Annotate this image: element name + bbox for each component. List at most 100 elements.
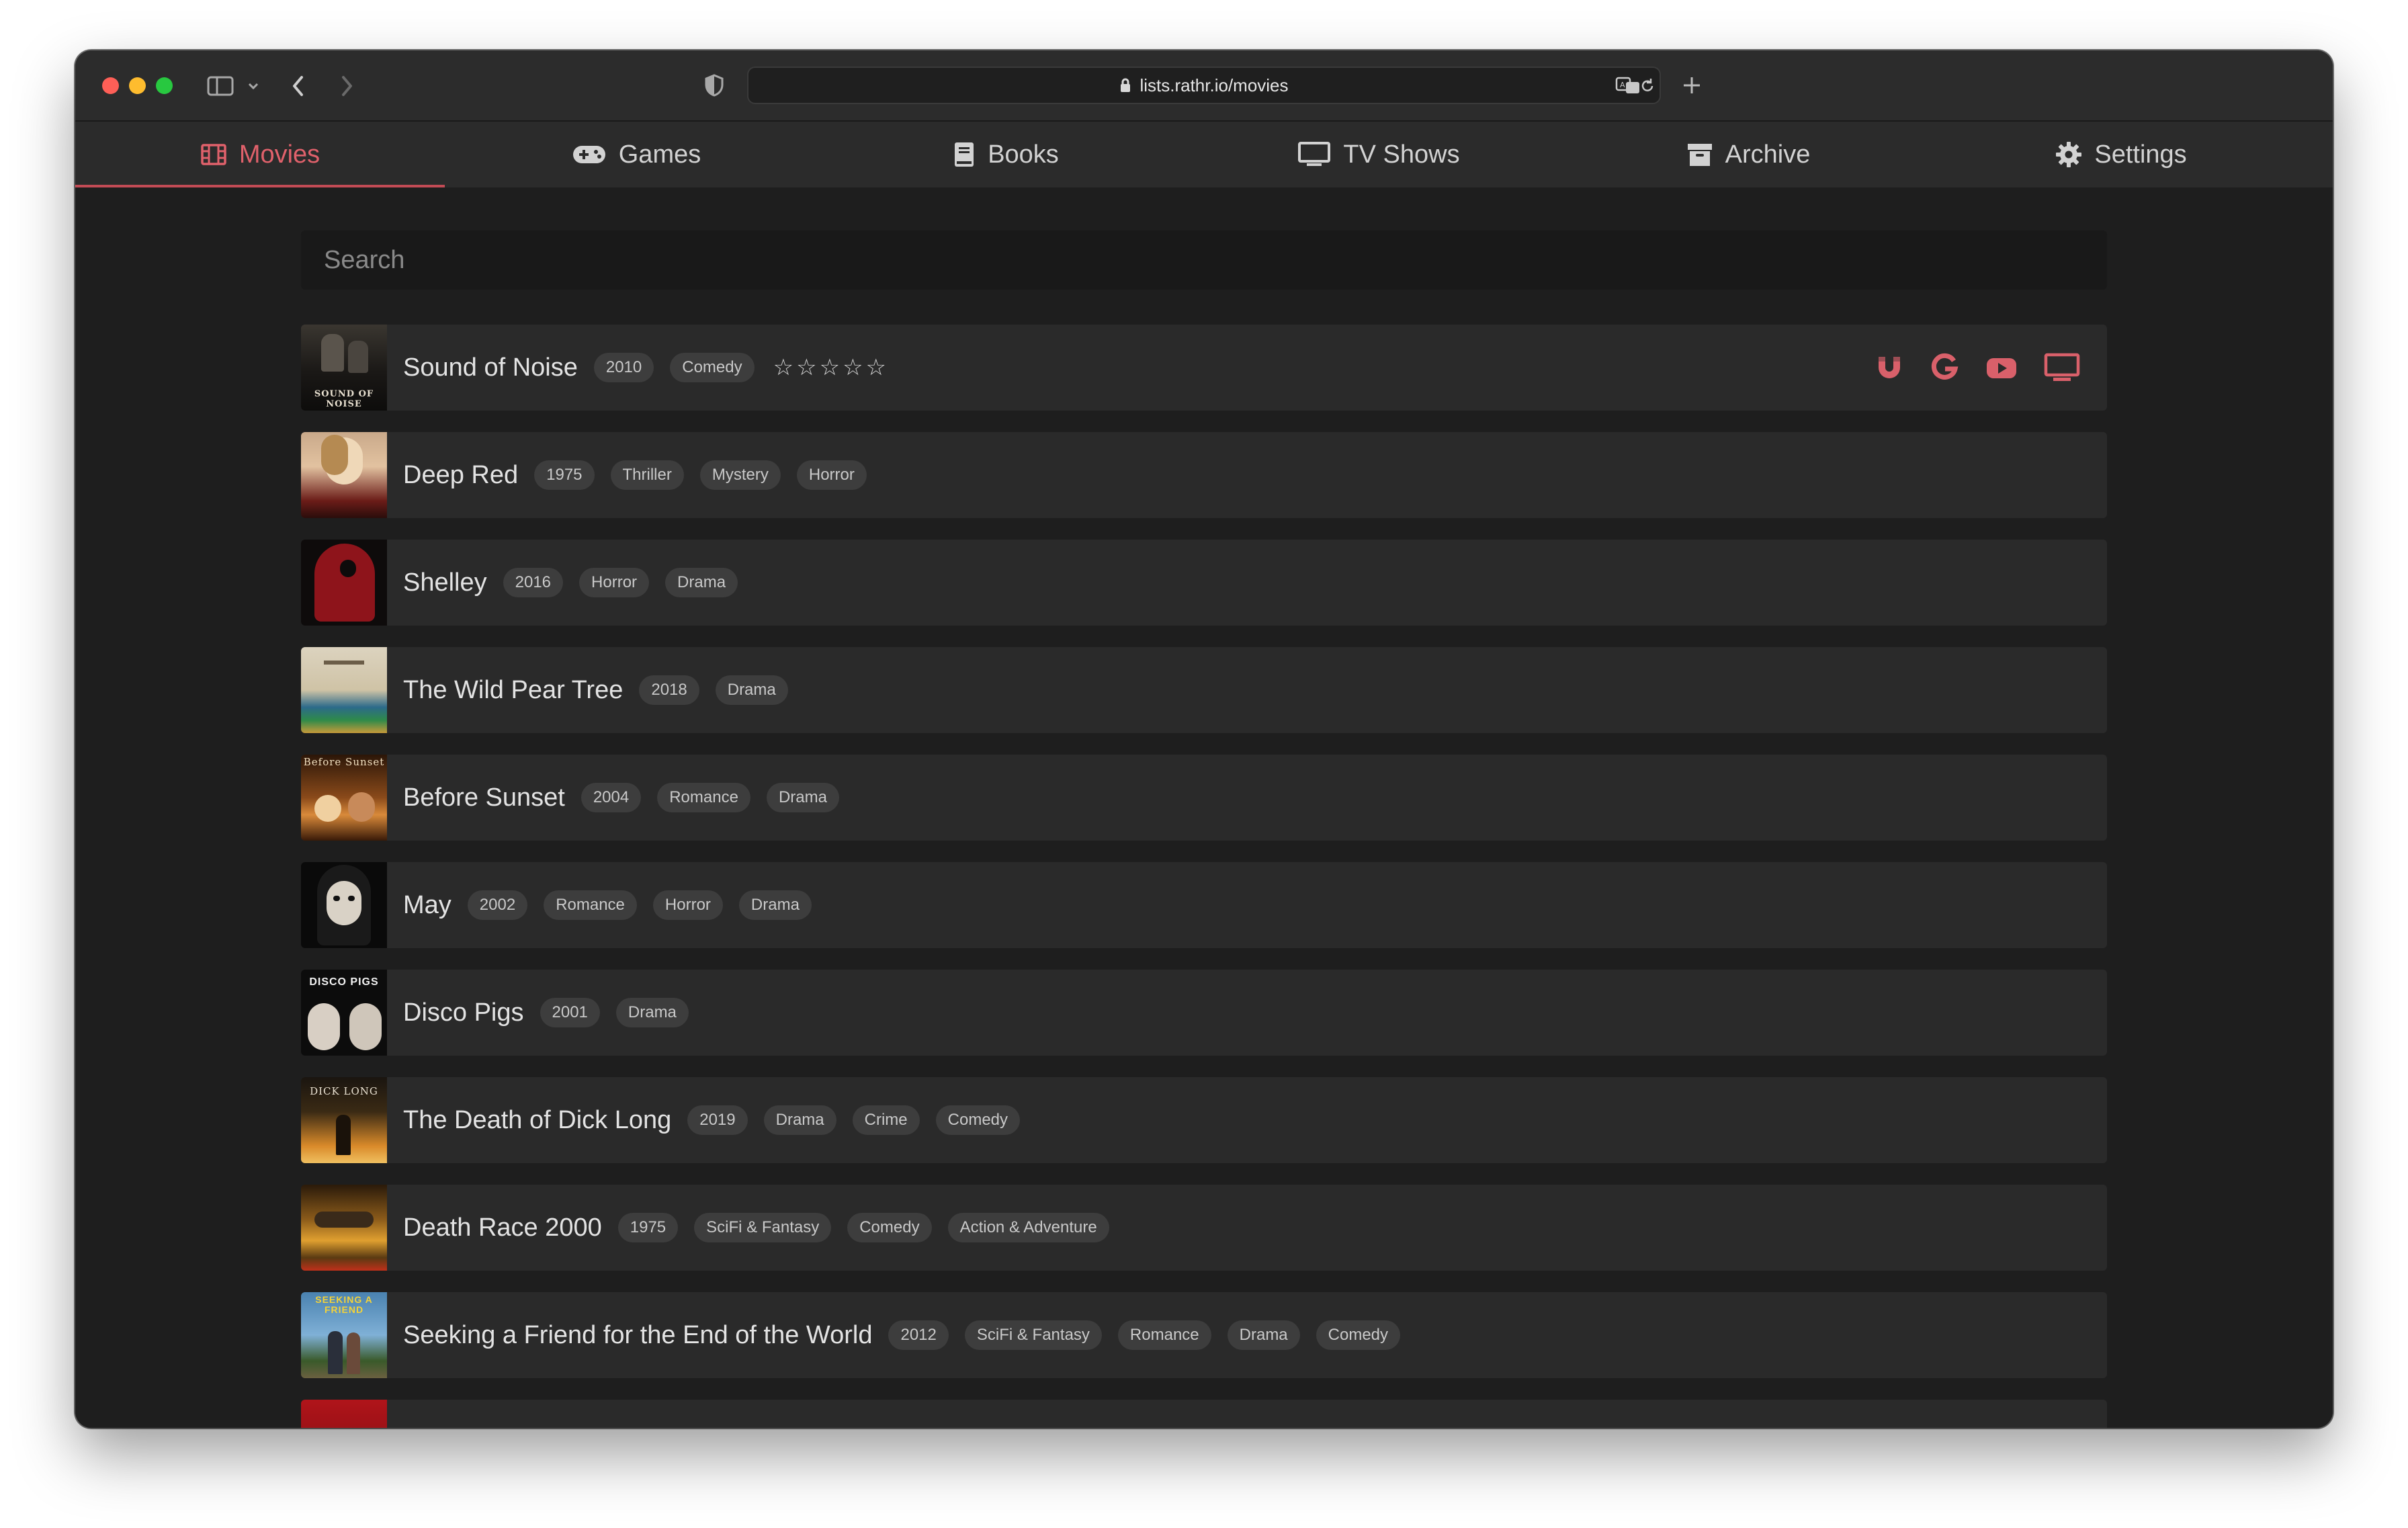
- app-nav: Movies Games Books TV Shows Archive Sett…: [75, 122, 2333, 187]
- movie-row[interactable]: Before Sunset Before Sunset 2004 Romance…: [301, 755, 2107, 841]
- tab-label: TV Shows: [1343, 140, 1460, 169]
- genre-chip: Action & Adventure: [947, 1213, 1109, 1242]
- forward-icon[interactable]: [339, 75, 355, 97]
- browser-toolbar: lists.rathr.io/movies A: [75, 50, 2333, 122]
- movie-title: Death Race 2000: [403, 1213, 602, 1242]
- tab-label: Games: [618, 140, 701, 169]
- genre-chip: Comedy: [847, 1213, 932, 1242]
- tab-archive[interactable]: Archive: [1563, 122, 1933, 187]
- movie-poster: DICK LONG: [301, 1077, 387, 1163]
- lock-icon: [1121, 78, 1131, 92]
- movie-poster: [301, 647, 387, 733]
- movie-row[interactable]: SEEKING A FRIEND Seeking a Friend for th…: [301, 1292, 2107, 1378]
- google-icon[interactable]: [1930, 353, 1959, 382]
- maximize-window-button[interactable]: [156, 77, 173, 94]
- movie-poster: SEEKING A FRIEND: [301, 1292, 387, 1378]
- year-badge: 2018: [639, 675, 699, 705]
- genre-chip: Drama: [738, 890, 812, 920]
- tab-label: Settings: [2094, 140, 2187, 169]
- star-icon[interactable]: ☆: [773, 354, 793, 381]
- movie-title: Sound of Noise: [403, 353, 578, 382]
- movie-title: Disco Pigs: [403, 998, 524, 1027]
- book-icon: [955, 142, 974, 167]
- url-text: lists.rathr.io/movies: [1140, 75, 1289, 95]
- genre-chip: Comedy: [1316, 1320, 1401, 1350]
- year-badge: 2012: [888, 1320, 949, 1350]
- sidebar-toggle-icon[interactable]: [207, 76, 234, 96]
- genre-chip: Crime: [852, 1105, 920, 1135]
- movie-title: The Death of Dick Long: [403, 1105, 672, 1134]
- movie-row[interactable]: May 2002 Romance Horror Drama: [301, 862, 2107, 948]
- genre-chip: Horror: [796, 460, 867, 490]
- chevron-down-icon[interactable]: [247, 81, 259, 91]
- archive-icon: [1687, 144, 1712, 166]
- genre-chip: Comedy: [935, 1105, 1021, 1135]
- movie-poster: DISCO PIGS: [301, 970, 387, 1056]
- genre-chip: Drama: [665, 568, 738, 597]
- star-icon[interactable]: ☆: [843, 354, 863, 381]
- movie-list-page: SOUND OF NOISE Sound of Noise 2010 Comed…: [75, 187, 2333, 1428]
- movie-row[interactable]: Shelley 2016 Horror Drama: [301, 540, 2107, 626]
- tab-settings[interactable]: Settings: [1936, 122, 2306, 187]
- genre-chip: Drama: [1227, 1320, 1300, 1350]
- genre-chip: Drama: [766, 783, 839, 812]
- address-bar[interactable]: lists.rathr.io/movies A: [747, 67, 1661, 104]
- reload-icon[interactable]: [1639, 77, 1656, 95]
- movie-row[interactable]: Death Race 2000 1975 SciFi & Fantasy Com…: [301, 1185, 2107, 1271]
- year-badge: 2004: [580, 783, 642, 812]
- genre-chip: SciFi & Fantasy: [964, 1320, 1102, 1350]
- movie-row[interactable]: DICK LONG The Death of Dick Long 2019 Dr…: [301, 1077, 2107, 1163]
- back-icon[interactable]: [290, 75, 306, 97]
- browser-window: lists.rathr.io/movies A Movies Games Boo…: [75, 50, 2333, 1428]
- movie-title: Seeking a Friend for the End of the Worl…: [403, 1320, 873, 1349]
- tv-icon[interactable]: [2044, 352, 2080, 383]
- year-badge: 2019: [687, 1105, 748, 1135]
- new-tab-icon[interactable]: [1681, 75, 1703, 96]
- rating-stars[interactable]: ☆ ☆ ☆ ☆ ☆: [773, 354, 886, 381]
- genre-chip: SciFi & Fantasy: [694, 1213, 832, 1242]
- movie-row[interactable]: [301, 1400, 2107, 1428]
- close-window-button[interactable]: [102, 77, 119, 94]
- star-icon[interactable]: ☆: [796, 354, 816, 381]
- year-badge: 2010: [593, 353, 654, 382]
- genre-chip: Romance: [1117, 1320, 1211, 1350]
- tv-icon: [1298, 142, 1331, 166]
- row-actions: [1875, 325, 2080, 411]
- movie-poster: Before Sunset: [301, 755, 387, 841]
- movie-poster: [301, 1400, 387, 1428]
- year-badge: 1975: [534, 460, 595, 490]
- movie-row[interactable]: SOUND OF NOISE Sound of Noise 2010 Comed…: [301, 325, 2107, 411]
- gamepad-icon: [572, 146, 605, 163]
- genre-chip: Drama: [615, 998, 689, 1027]
- star-icon[interactable]: ☆: [866, 354, 886, 381]
- movie-row[interactable]: DISCO PIGS Disco Pigs 2001 Drama: [301, 970, 2107, 1056]
- movie-row[interactable]: Deep Red 1975 Thriller Mystery Horror: [301, 432, 2107, 518]
- movie-title: May: [403, 890, 452, 919]
- movie-poster: [301, 432, 387, 518]
- tab-tv-shows[interactable]: TV Shows: [1194, 122, 1563, 187]
- star-icon[interactable]: ☆: [820, 354, 840, 381]
- movie-poster: [301, 1185, 387, 1271]
- tab-books[interactable]: Books: [821, 122, 1191, 187]
- genre-chip: Romance: [544, 890, 637, 920]
- tab-games[interactable]: Games: [452, 122, 821, 187]
- magnet-icon[interactable]: [1875, 353, 1904, 382]
- year-badge: 2002: [467, 890, 528, 920]
- minimize-window-button[interactable]: [129, 77, 146, 94]
- shield-icon[interactable]: [704, 73, 724, 97]
- movie-title: Deep Red: [403, 460, 519, 489]
- year-badge: 1975: [617, 1213, 679, 1242]
- genre-chip: Comedy: [670, 353, 755, 382]
- translate-icon[interactable]: A: [1615, 76, 1642, 95]
- tab-label: Movies: [239, 140, 320, 169]
- movie-title: Shelley: [403, 568, 487, 597]
- movie-title: The Wild Pear Tree: [403, 675, 624, 704]
- genre-chip: Drama: [763, 1105, 836, 1135]
- movie-row[interactable]: The Wild Pear Tree 2018 Drama: [301, 647, 2107, 733]
- tab-movies[interactable]: Movies: [75, 122, 445, 187]
- search-input[interactable]: [301, 230, 2107, 290]
- genre-chip: Mystery: [699, 460, 781, 490]
- genre-chip: Horror: [579, 568, 650, 597]
- youtube-icon[interactable]: [1985, 353, 2018, 382]
- genre-chip: Thriller: [610, 460, 684, 490]
